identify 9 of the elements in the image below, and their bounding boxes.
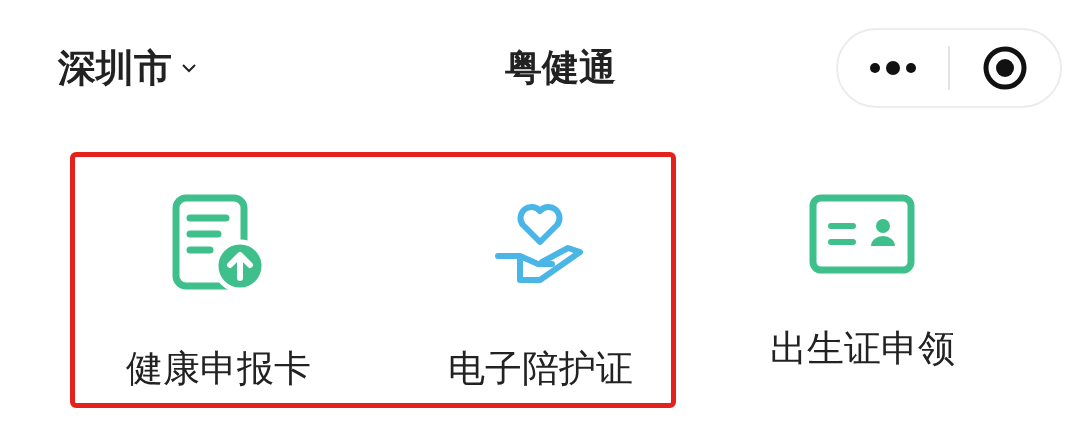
city-selector[interactable]: 深圳市: [58, 42, 196, 94]
chevron-down-icon: [182, 63, 196, 73]
page-title: 粤健通: [504, 45, 616, 91]
service-item[interactable]: 电子陪护证: [379, 152, 701, 408]
more-icon: [868, 61, 918, 75]
service-item[interactable]: 出生证申领: [701, 152, 1023, 408]
service-item[interactable]: 健康申报卡: [57, 152, 379, 408]
id-card-icon: [809, 194, 915, 274]
target-icon: [982, 45, 1028, 91]
